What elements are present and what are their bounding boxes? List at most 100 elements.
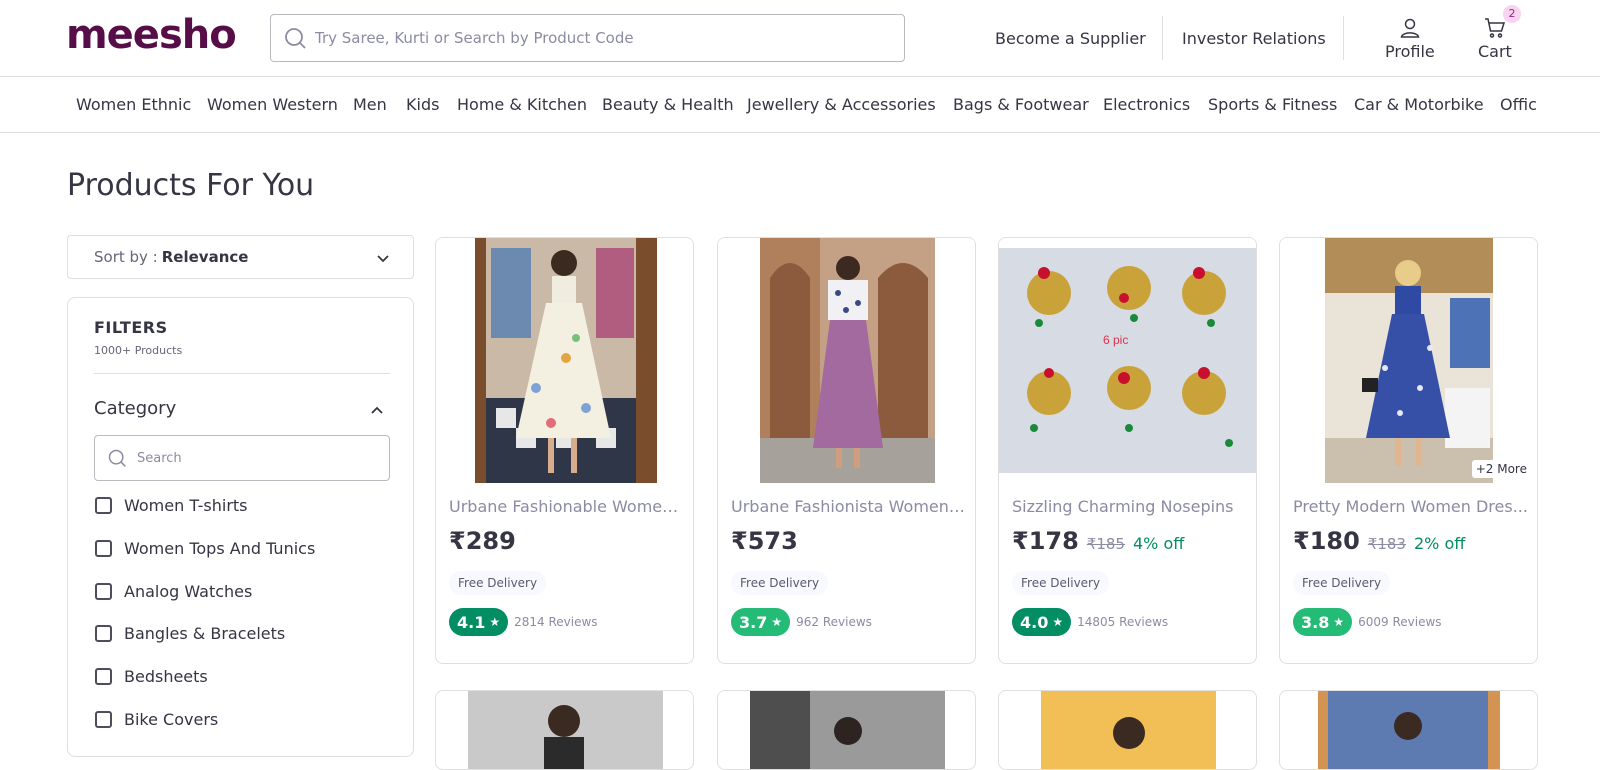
rating-row: 4.0 ★ 14805 Reviews: [1012, 608, 1168, 636]
profile-label: Profile: [1385, 42, 1435, 61]
category-option-label: Bedsheets: [124, 667, 208, 686]
category-option[interactable]: Women Tops And Tunics: [95, 539, 315, 558]
product-image[interactable]: [436, 238, 693, 483]
checkbox[interactable]: [95, 583, 112, 600]
filters-product-count: 1000+ Products: [94, 344, 183, 357]
rating-badge: 3.8 ★: [1293, 608, 1353, 636]
free-delivery-badge: Free Delivery: [1012, 571, 1110, 595]
page-title: Products For You: [67, 168, 315, 203]
rating-value: 3.8: [1301, 612, 1330, 632]
nav-category-bags-footwear[interactable]: Bags & Footwear: [953, 95, 1089, 114]
product-name[interactable]: Sizzling Charming Nosepins: [1012, 497, 1247, 516]
star-icon: ★: [1333, 615, 1345, 629]
product-name[interactable]: Pretty Modern Women Dres...: [1293, 497, 1528, 516]
nav-category-women-western[interactable]: Women Western: [207, 95, 338, 114]
meesho-logo[interactable]: meesho: [66, 12, 237, 58]
checkbox[interactable]: [95, 497, 112, 514]
free-delivery-badge: Free Delivery: [449, 571, 547, 595]
nav-category-men[interactable]: Men: [353, 95, 387, 114]
category-option-label: Women Tops And Tunics: [124, 539, 316, 558]
review-count: 6009 Reviews: [1358, 615, 1442, 629]
category-option-label: Bangles & Bracelets: [124, 624, 286, 643]
investor-relations-link[interactable]: Investor Relations: [1182, 29, 1326, 48]
category-option[interactable]: Women T-shirts: [95, 496, 248, 515]
product-card[interactable]: [717, 690, 976, 770]
category-filter-title[interactable]: Category: [94, 398, 176, 419]
chevron-up-icon[interactable]: [369, 402, 385, 418]
checkbox[interactable]: [95, 668, 112, 685]
product-mrp: ₹183: [1367, 535, 1406, 553]
header-divider: [1162, 16, 1163, 60]
cart-label: Cart: [1478, 42, 1512, 61]
category-nav: Women Ethnic Women Western Men Kids Home…: [0, 77, 1600, 133]
product-price: ₹180: [1293, 527, 1360, 555]
product-image[interactable]: 6 pic: [999, 238, 1256, 483]
category-option[interactable]: Analog Watches: [95, 582, 252, 601]
profile-icon: [1400, 18, 1420, 38]
star-icon: ★: [1052, 615, 1064, 629]
product-card[interactable]: 6 pic Sizzling Charming Nosepins ₹178 ₹1…: [998, 237, 1257, 664]
nav-category-sports-fitness[interactable]: Sports & Fitness: [1208, 95, 1337, 114]
cart-icon: [1484, 18, 1505, 38]
star-icon: ★: [489, 615, 501, 629]
nav-category-jewellery-accessories[interactable]: Jewellery & Accessories: [747, 95, 936, 114]
free-delivery-badge: Free Delivery: [1293, 571, 1391, 595]
category-search-input[interactable]: [137, 450, 367, 466]
product-card[interactable]: [998, 690, 1257, 770]
nav-category-beauty-health[interactable]: Beauty & Health: [602, 95, 734, 114]
price-row: ₹180 ₹183 2% off: [1293, 527, 1465, 555]
product-image[interactable]: [718, 691, 975, 769]
review-count: 2814 Reviews: [514, 615, 598, 629]
product-image[interactable]: [436, 691, 693, 769]
nav-category-home-kitchen[interactable]: Home & Kitchen: [457, 95, 587, 114]
nav-category-car-motorbike[interactable]: Car & Motorbike: [1354, 95, 1484, 114]
category-option-label: Women T-shirts: [124, 496, 248, 515]
category-option[interactable]: Bangles & Bracelets: [95, 624, 285, 643]
cart-button[interactable]: 2 Cart: [1478, 5, 1521, 61]
checkbox[interactable]: [95, 625, 112, 642]
product-card[interactable]: +2 More Pretty Modern Women Dres... ₹180…: [1279, 237, 1538, 664]
product-card[interactable]: [1279, 690, 1538, 770]
more-images-badge[interactable]: +2 More: [1471, 460, 1531, 478]
discount-label: 2% off: [1413, 534, 1466, 553]
product-name[interactable]: Urbane Fashionista Women ...: [731, 497, 966, 516]
profile-button[interactable]: Profile: [1385, 16, 1435, 61]
nav-category-office[interactable]: Offic: [1500, 95, 1537, 114]
price-row: ₹289: [449, 527, 516, 555]
product-card[interactable]: [435, 690, 694, 770]
top-header: meesho Become a Supplier Investor Relati…: [0, 0, 1600, 77]
checkbox[interactable]: [95, 540, 112, 557]
sort-value: Relevance: [161, 248, 249, 266]
search-icon: [108, 449, 126, 467]
category-option-label: Analog Watches: [124, 582, 253, 601]
cart-count-badge: 2: [1503, 5, 1521, 23]
header-divider: [1343, 16, 1344, 60]
rating-badge: 4.0 ★: [1012, 608, 1072, 636]
category-option[interactable]: Bike Covers: [95, 710, 218, 729]
product-image[interactable]: [1280, 238, 1537, 483]
main-search-bar[interactable]: [270, 14, 905, 62]
sort-dropdown[interactable]: Sort by : Relevance: [67, 235, 414, 279]
nav-category-kids[interactable]: Kids: [406, 95, 439, 114]
rating-row: 4.1 ★ 2814 Reviews: [449, 608, 598, 636]
star-icon: ★: [771, 615, 783, 629]
main-search-input[interactable]: [315, 29, 875, 47]
product-price: ₹573: [731, 527, 798, 555]
product-image[interactable]: [718, 238, 975, 483]
discount-label: 4% off: [1132, 534, 1185, 553]
product-card[interactable]: Urbane Fashionable Women... ₹289 Free De…: [435, 237, 694, 664]
nav-category-women-ethnic[interactable]: Women Ethnic: [76, 95, 191, 114]
product-card[interactable]: Urbane Fashionista Women ... ₹573 Free D…: [717, 237, 976, 664]
product-image[interactable]: [1280, 691, 1537, 769]
price-row: ₹573: [731, 527, 798, 555]
rating-badge: 3.7 ★: [731, 608, 791, 636]
become-supplier-link[interactable]: Become a Supplier: [995, 29, 1146, 48]
category-option[interactable]: Bedsheets: [95, 667, 208, 686]
product-image[interactable]: [999, 691, 1256, 769]
checkbox[interactable]: [95, 711, 112, 728]
category-search-box[interactable]: [94, 435, 390, 481]
filters-title: FILTERS: [94, 318, 168, 337]
nav-category-electronics[interactable]: Electronics: [1103, 95, 1190, 114]
rating-value: 4.0: [1020, 612, 1049, 632]
product-name[interactable]: Urbane Fashionable Women...: [449, 497, 684, 516]
